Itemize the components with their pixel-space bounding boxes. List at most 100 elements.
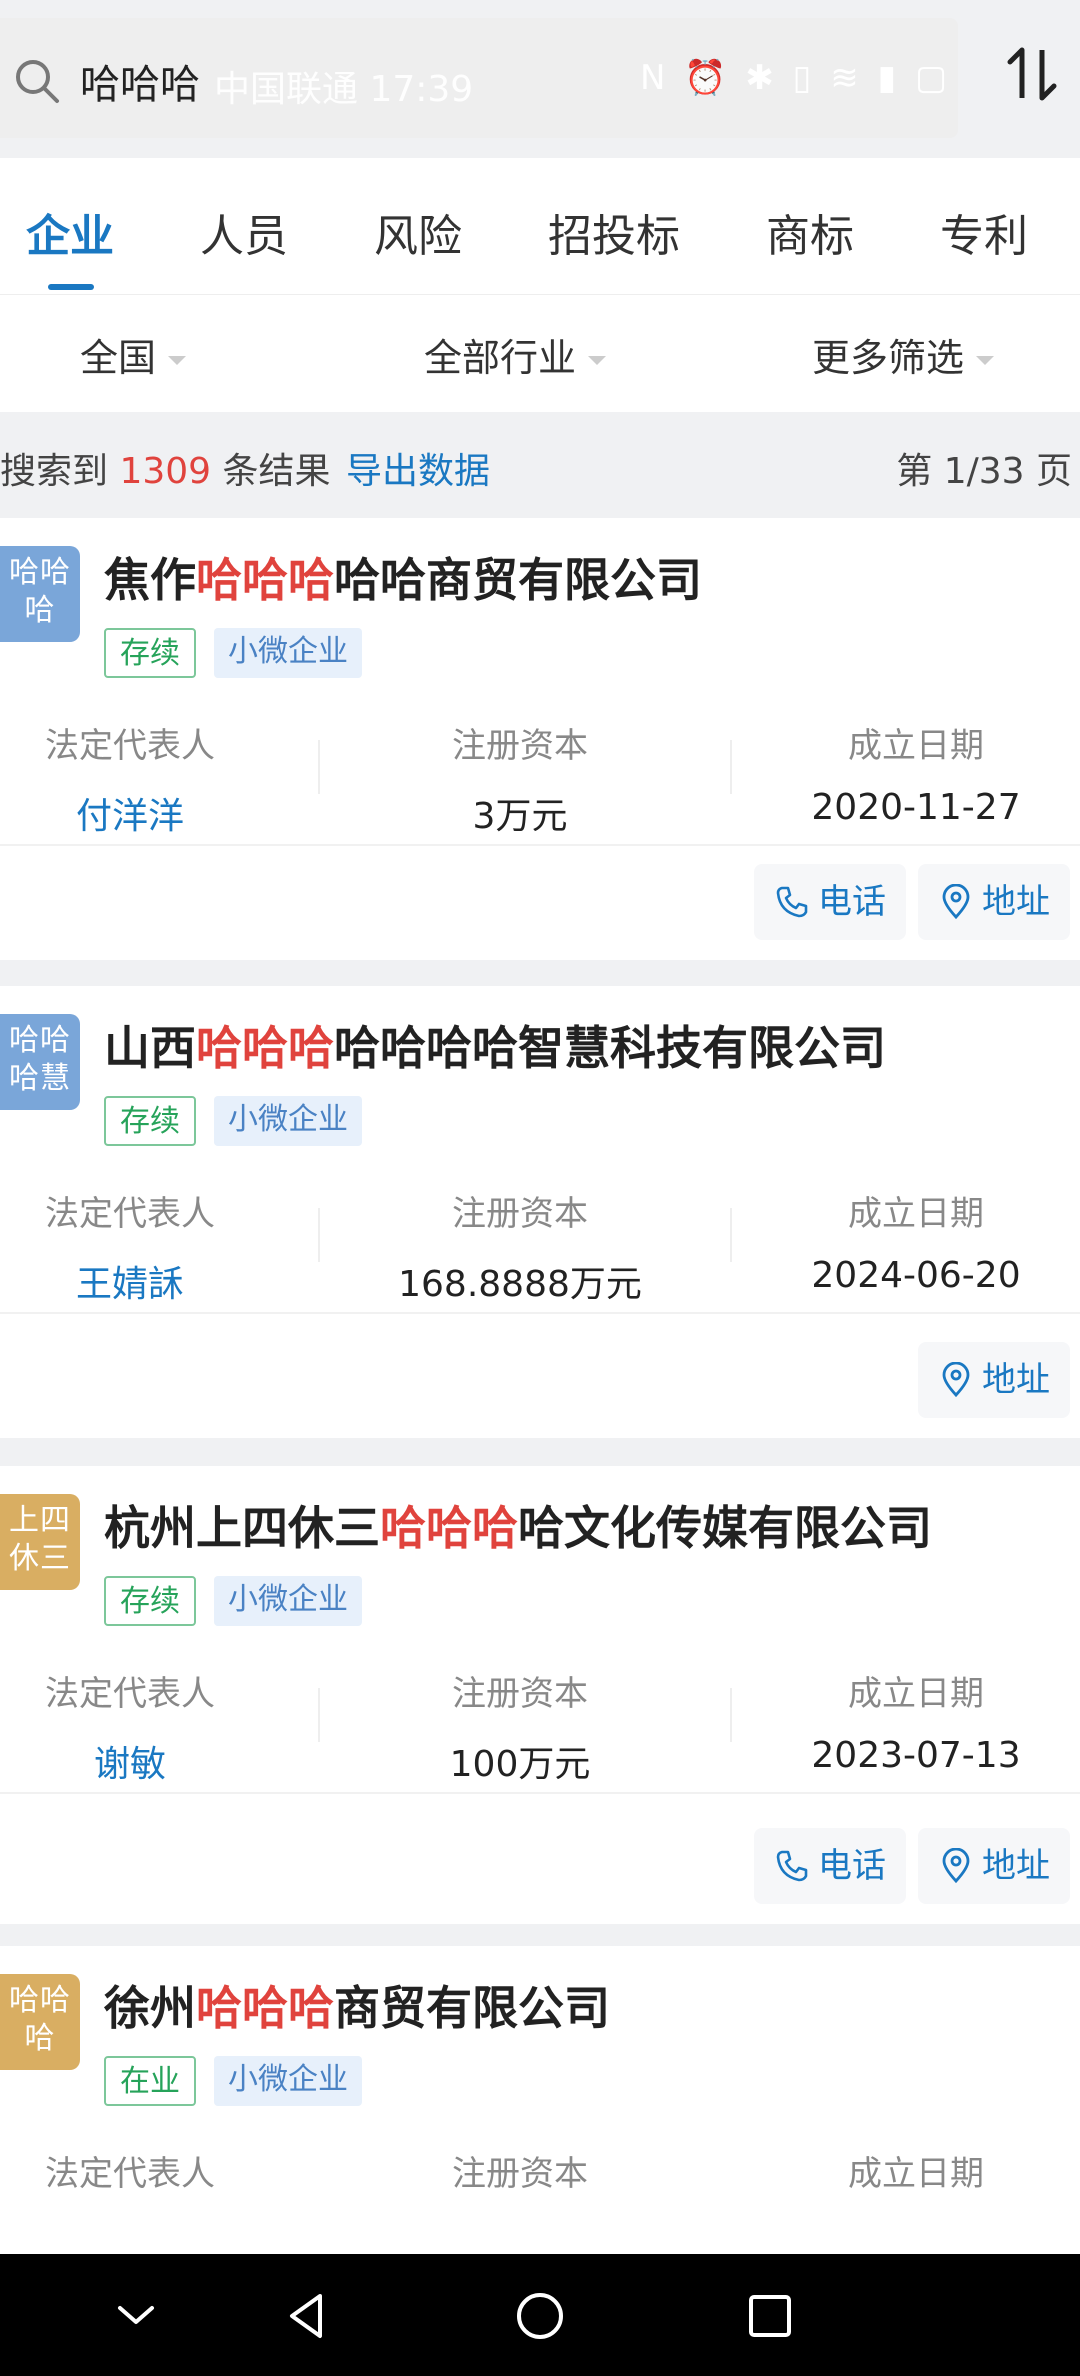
founded-column: 成立日期 (800, 2146, 1032, 2195)
phone-button-label: 电话 (818, 882, 886, 922)
home-icon[interactable] (512, 2288, 568, 2344)
divider (0, 844, 1080, 846)
results-suffix: 条结果 (222, 451, 331, 492)
filter-bar: 全国 全部行业 更多筛选 (0, 294, 1080, 413)
divider (730, 1688, 732, 1742)
company-card[interactable]: 哈哈哈 徐州哈哈哈商贸有限公司 在业 小微企业 法定代表人 注册资本 成立日期 (0, 1946, 1080, 2254)
tab-trademark[interactable]: 商标 (766, 200, 854, 264)
tab-enterprise[interactable]: 企业 (26, 200, 114, 264)
divider (730, 1208, 732, 1262)
capital-column: 注册资本 168.8888万元 (390, 1186, 650, 1307)
search-bar[interactable]: 哈哈哈 中国联通 17:39 N ⏰ ✱ ▯ ≋ ▮ ▢ (0, 18, 958, 138)
company-name-part: 哈哈哈哈智慧科技有限公司 (334, 1021, 886, 1075)
founded-label: 成立日期 (848, 726, 984, 766)
divider (0, 1792, 1080, 1794)
filter-industry[interactable]: 全部行业 (424, 327, 607, 382)
export-data-link[interactable]: 导出数据 (346, 442, 490, 494)
address-button[interactable]: 地址 (918, 864, 1070, 940)
company-name-highlight: 哈哈哈 (196, 1021, 334, 1075)
address-button[interactable]: 地址 (918, 1342, 1070, 1418)
legal-rep-name[interactable]: 付洋洋 (30, 787, 230, 839)
legal-rep-label: 法定代表人 (45, 726, 215, 766)
founded-label: 成立日期 (848, 2154, 984, 2194)
system-nav-bar (0, 2254, 1080, 2376)
size-badge: 小微企业 (214, 1096, 362, 1146)
company-name-part: 山西 (104, 1021, 196, 1075)
size-badge: 小微企业 (214, 1576, 362, 1626)
address-button-label: 地址 (982, 1360, 1050, 1400)
divider (318, 740, 320, 794)
company-name-part: 杭州上四休三 (104, 1501, 380, 1555)
size-badge: 小微企业 (214, 628, 362, 678)
founded-date: 2020-11-27 (811, 787, 1021, 828)
legal-rep-column: 法定代表人 王婧訸 (30, 1186, 230, 1307)
company-name[interactable]: 焦作哈哈哈哈哈商贸有限公司 (104, 544, 702, 610)
company-card[interactable]: 哈哈 哈慧 山西哈哈哈哈哈哈哈智慧科技有限公司 存续 小微企业 法定代表人 王婧訸… (0, 986, 1080, 1438)
logo-line: 哈慧 (9, 1061, 71, 1096)
tab-bidding[interactable]: 招投标 (548, 200, 680, 264)
sort-icon[interactable] (1004, 44, 1060, 104)
status-badge: 存续 (104, 628, 196, 678)
results-count-text: 搜索到 1309 条结果 (0, 442, 331, 494)
filter-region-label: 全国 (80, 336, 157, 380)
company-name-highlight: 哈哈哈 (196, 553, 334, 607)
size-badge: 小微企业 (214, 2056, 362, 2106)
company-name-highlight: 哈哈哈 (380, 1501, 518, 1555)
tab-people[interactable]: 人员 (200, 200, 288, 264)
status-bar-icons: N ⏰ ✱ ▯ ≋ ▮ ▢ (640, 58, 952, 98)
company-card[interactable]: 上四 休三 杭州上四休三哈哈哈哈文化传媒有限公司 存续 小微企业 法定代表人 谢敏… (0, 1466, 1080, 1924)
capital-value: 3万元 (472, 796, 568, 837)
filter-industry-label: 全部行业 (424, 336, 577, 380)
location-pin-icon (942, 1848, 970, 1884)
back-icon[interactable] (280, 2288, 336, 2344)
logo-line: 哈哈 (9, 1983, 71, 2018)
company-logo: 哈哈哈 (0, 1974, 80, 2070)
divider (730, 740, 732, 794)
category-tabs: 企业 人员 风险 招投标 商标 专利 (0, 158, 1080, 294)
company-name-part: 焦作 (104, 553, 196, 607)
chevron-down-icon (168, 356, 187, 365)
address-button[interactable]: 地址 (918, 1828, 1070, 1904)
legal-rep-column: 法定代表人 付洋洋 (30, 718, 230, 839)
search-input[interactable]: 哈哈哈 (80, 52, 200, 110)
phone-button[interactable]: 电话 (754, 1828, 906, 1904)
company-logo: 上四 休三 (0, 1494, 80, 1590)
recent-apps-icon[interactable] (742, 2288, 798, 2344)
location-pin-icon (942, 1362, 970, 1398)
location-pin-icon (942, 884, 970, 920)
filter-more[interactable]: 更多筛选 (812, 327, 995, 382)
results-prefix: 搜索到 (0, 451, 109, 492)
founded-date: 2023-07-13 (811, 1735, 1021, 1776)
phone-button[interactable]: 电话 (754, 864, 906, 940)
company-name-part: 商贸有限公司 (334, 1981, 610, 2035)
legal-rep-name[interactable]: 谢敏 (30, 1735, 230, 1787)
company-name-highlight: 哈哈哈 (196, 1981, 334, 2035)
company-logo: 哈哈 哈慧 (0, 1014, 80, 1110)
page-indicator: 第 1/33 页 (896, 451, 1072, 492)
logo-line: 哈 (24, 593, 56, 628)
capital-label: 注册资本 (452, 726, 588, 766)
founded-label: 成立日期 (848, 1194, 984, 1234)
company-card[interactable]: 哈哈哈 焦作哈哈哈哈哈商贸有限公司 存续 小微企业 法定代表人 付洋洋 注册资本… (0, 518, 1080, 960)
company-name[interactable]: 徐州哈哈哈商贸有限公司 (104, 1972, 610, 2038)
tab-risk[interactable]: 风险 (374, 200, 462, 264)
chevron-down-icon[interactable] (108, 2288, 164, 2344)
filter-more-label: 更多筛选 (812, 336, 965, 380)
tab-patent[interactable]: 专利 (940, 200, 1028, 264)
filter-region[interactable]: 全国 (80, 327, 187, 382)
active-tab-indicator (48, 284, 94, 290)
capital-column: 注册资本 3万元 (390, 718, 650, 839)
company-name[interactable]: 山西哈哈哈哈哈哈哈智慧科技有限公司 (104, 1012, 886, 1078)
phone-icon (776, 886, 808, 918)
divider (318, 1688, 320, 1742)
company-name-part: 哈文化传媒有限公司 (518, 1501, 932, 1555)
company-name[interactable]: 杭州上四休三哈哈哈哈文化传媒有限公司 (104, 1492, 932, 1558)
logo-line: 哈 (24, 2021, 56, 2056)
capital-column: 注册资本 100万元 (390, 1666, 650, 1787)
legal-rep-name[interactable]: 王婧訸 (30, 1255, 230, 1307)
capital-column: 注册资本 (390, 2146, 650, 2195)
founded-label: 成立日期 (848, 1674, 984, 1714)
results-count: 1309 (119, 451, 212, 492)
capital-value: 100万元 (449, 1744, 591, 1785)
address-button-label: 地址 (982, 882, 1050, 922)
